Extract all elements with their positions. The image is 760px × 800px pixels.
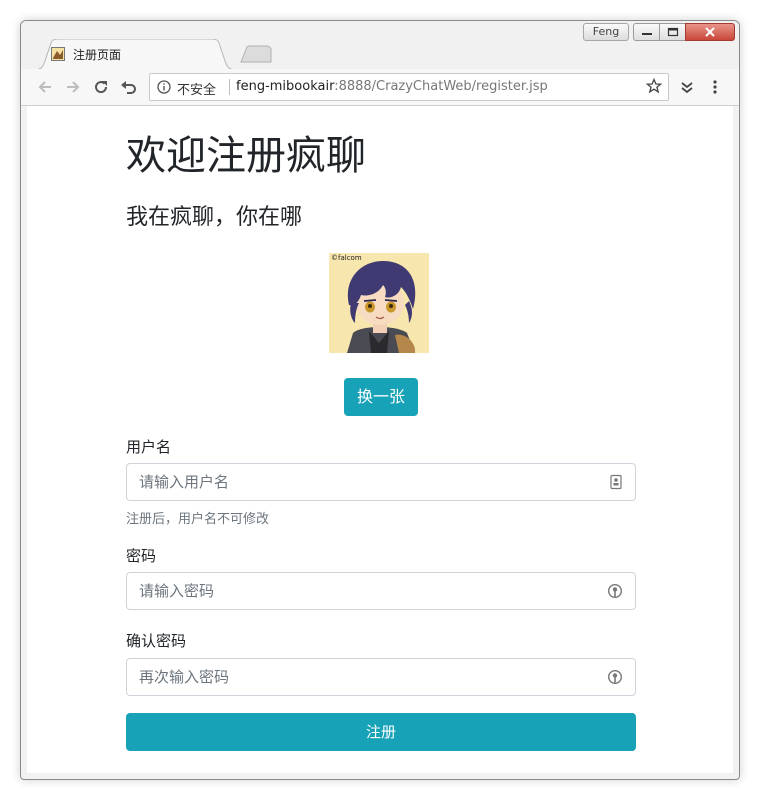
tab-title: 注册页面: [73, 48, 122, 62]
username-input[interactable]: [139, 464, 599, 500]
tab-register[interactable]: 注册页面: [33, 39, 237, 70]
page-subtitle: 我在疯聊，你在哪: [126, 205, 303, 230]
page-content: 欢迎注册疯聊 我在疯聊，你在哪 ©falcom 换一张 用户名 请输入用户名 注…: [27, 106, 733, 773]
minimize-button[interactable]: [633, 23, 660, 41]
url-path: :8888/CrazyChatWeb/register.jsp: [334, 79, 548, 94]
avatar-image: ©falcom: [329, 253, 429, 353]
password-key-icon: [607, 669, 623, 685]
tab-strip: Feng 注册页面: [21, 21, 739, 70]
browser-toolbar: 不安全 feng-mibookair:8888/CrazyChatWeb/reg…: [21, 69, 739, 106]
double-chevron-down-icon: [681, 82, 693, 94]
bookmark-star-icon[interactable]: [646, 78, 662, 94]
password-input[interactable]: [139, 573, 599, 609]
avatar-illustration: [329, 253, 429, 353]
more-vertical-icon: [713, 80, 717, 94]
confirm-password-input[interactable]: [139, 659, 599, 695]
forward-button[interactable]: [63, 77, 83, 97]
security-label[interactable]: 不安全: [177, 79, 216, 98]
page-favicon-icon: [51, 47, 65, 61]
menu-button[interactable]: [705, 77, 725, 97]
back-arrow-icon: [38, 81, 51, 93]
forward-arrow-icon: [67, 81, 80, 93]
confirm-password-field[interactable]: [126, 658, 636, 696]
avatar-credit: ©falcom: [331, 254, 362, 262]
new-tab-button[interactable]: [239, 45, 273, 63]
minimize-icon: [641, 33, 652, 35]
close-window-button[interactable]: [685, 23, 735, 41]
page-title: 欢迎注册疯聊: [126, 133, 366, 179]
change-avatar-button[interactable]: 换一张: [344, 378, 418, 416]
username-help-text: 注册后，用户名不可修改: [126, 512, 270, 527]
address-bar[interactable]: 不安全 feng-mibookair:8888/CrazyChatWeb/reg…: [149, 73, 669, 101]
undo-button[interactable]: [119, 77, 139, 97]
password-label: 密码: [126, 547, 157, 565]
password-key-icon: [607, 583, 623, 599]
password-field[interactable]: [126, 572, 636, 610]
register-button[interactable]: 注册: [126, 713, 636, 751]
maximize-icon: [667, 27, 678, 37]
url-host: feng-mibookair: [236, 79, 335, 94]
username-label: 用户名: [126, 438, 172, 456]
profile-badge[interactable]: Feng: [583, 23, 629, 41]
url-text[interactable]: feng-mibookair:8888/CrazyChatWeb/registe…: [236, 79, 548, 94]
back-button[interactable]: [35, 77, 55, 97]
info-icon[interactable]: [157, 80, 171, 94]
reload-button[interactable]: [91, 77, 111, 97]
maximize-button[interactable]: [659, 23, 686, 41]
reload-icon: [95, 81, 108, 94]
close-icon: [705, 27, 715, 37]
confirm-password-label: 确认密码: [126, 632, 187, 650]
username-field[interactable]: [126, 463, 636, 501]
contact-card-icon: [610, 474, 622, 490]
extensions-button[interactable]: [677, 77, 697, 97]
address-separator: [229, 79, 230, 95]
browser-window: Feng 注册页面 不安全 feng-mibookair:8888/CrazyC…: [20, 20, 740, 780]
undo-icon: [121, 81, 136, 94]
